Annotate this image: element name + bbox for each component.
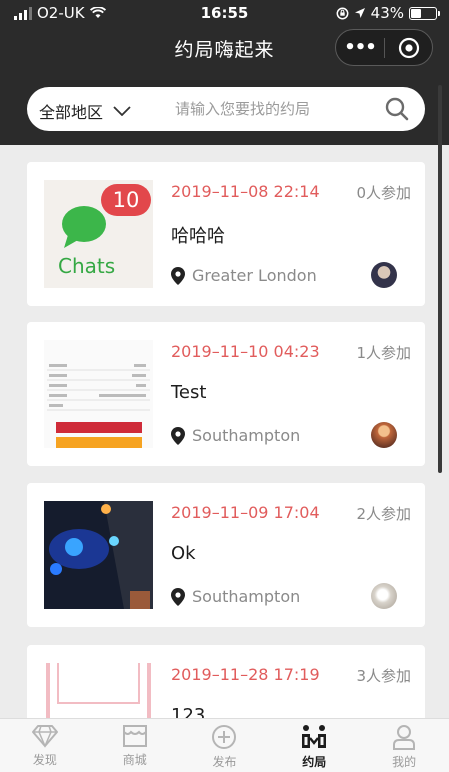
plus-circle-icon (212, 725, 237, 749)
event-thumbnail (44, 501, 153, 609)
battery-percent: 43% (370, 4, 404, 22)
tab-label: 商城 (122, 753, 147, 767)
tab-bar: 发现 商城 发布 约局 我的 (0, 718, 449, 772)
event-location: Southampton (171, 426, 300, 445)
participant-count: 2人参加 (356, 505, 411, 523)
search-input[interactable] (175, 96, 375, 122)
close-mini-program-button[interactable] (385, 37, 432, 59)
scrollbar[interactable] (438, 85, 442, 473)
search-bar: 全部地区 (27, 87, 425, 131)
event-datetime: 2019–11–08 22:14 (171, 182, 320, 201)
event-datetime: 2019–11–10 04:23 (171, 342, 320, 361)
event-datetime: 2019–11–28 17:19 (171, 665, 320, 684)
participant-count: 3人参加 (356, 667, 411, 685)
battery-icon (409, 6, 440, 20)
thumb-app-label: Chats (58, 254, 116, 278)
thumb-badge-count: 10 (112, 188, 140, 212)
map-pin-icon (171, 426, 185, 445)
diamond-icon (31, 725, 58, 748)
header: O2-UK 16:55 43% 约局嗨起来 ••• 全部地区 (0, 0, 449, 145)
form-screenshot-image (47, 364, 150, 448)
region-dropdown[interactable]: 全部地区 (39, 99, 131, 123)
event-location: Southampton (171, 587, 300, 606)
tab-meetup[interactable]: 约局 (269, 719, 359, 772)
participant-count: 1人参加 (356, 344, 411, 362)
location-arrow-icon (354, 8, 365, 18)
target-icon (398, 37, 419, 58)
search-icon[interactable] (385, 97, 409, 121)
location-label: Southampton (192, 587, 301, 606)
event-card[interactable]: 2019–11–10 04:23 1人参加 Test Southampton (27, 322, 425, 466)
avatar (371, 583, 397, 609)
map-pin-icon (171, 266, 185, 285)
event-card[interactable]: 2019–11–09 17:04 2人参加 Ok Southampton (27, 483, 425, 627)
tab-mine[interactable]: 我的 (359, 719, 449, 772)
chevron-down-icon (113, 106, 131, 116)
event-datetime: 2019–11–09 17:04 (171, 503, 320, 522)
region-label: 全部地区 (39, 103, 104, 122)
map-pin-icon (171, 587, 185, 606)
tab-label: 发布 (212, 755, 237, 769)
event-thumbnail (44, 340, 153, 448)
night-photo-image (44, 501, 153, 609)
tab-publish[interactable]: 发布 (180, 719, 270, 772)
more-menu-button[interactable]: ••• (336, 37, 384, 58)
event-card[interactable]: 10 Chats 2019–11–08 22:14 0人参加 哈哈哈 Great… (27, 162, 425, 306)
participant-count: 0人参加 (356, 184, 411, 202)
event-location: Greater London (171, 266, 317, 285)
store-icon (122, 725, 147, 747)
status-right: 43% (336, 4, 440, 22)
event-title: Test (171, 382, 207, 403)
avatar (371, 262, 397, 288)
status-bar: O2-UK 16:55 43% (0, 0, 449, 26)
tab-store[interactable]: 商城 (90, 719, 180, 772)
tab-discover[interactable]: 发现 (0, 719, 90, 772)
location-label: Southampton (192, 426, 301, 445)
location-label: Greater London (192, 266, 317, 285)
tab-label: 我的 (392, 755, 417, 769)
event-thumbnail: 10 Chats (44, 180, 153, 288)
event-title: Ok (171, 543, 196, 564)
tab-label: 约局 (302, 755, 327, 769)
person-icon (393, 725, 416, 750)
mini-program-capsule: ••• (335, 29, 433, 66)
rotation-lock-icon (336, 7, 349, 19)
event-title: 哈哈哈 (171, 226, 225, 247)
avatar (371, 422, 397, 448)
tab-label: 发现 (32, 753, 57, 767)
meetup-icon (302, 725, 327, 748)
